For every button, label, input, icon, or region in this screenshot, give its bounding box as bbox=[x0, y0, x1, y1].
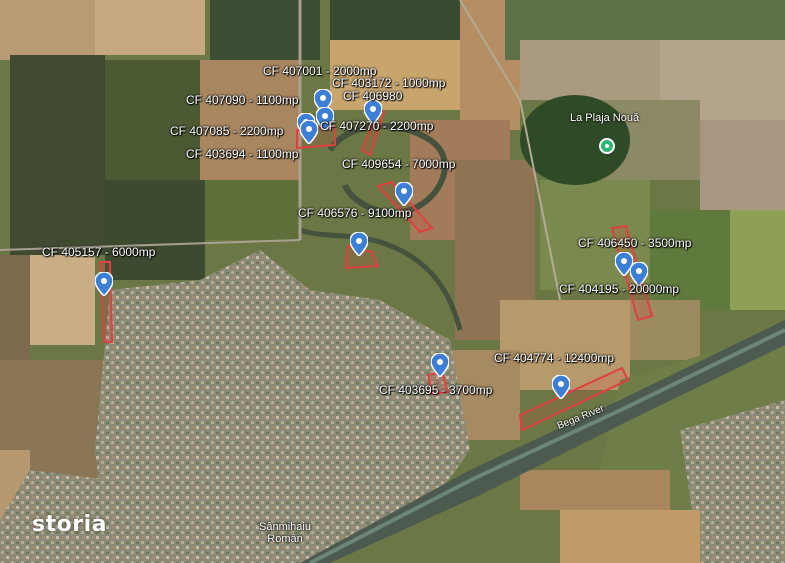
plot-label: CF 407085 - 2200mp bbox=[170, 124, 284, 138]
plot-label: CF 404774 - 12400mp bbox=[494, 351, 615, 365]
brand-logo: storia bbox=[32, 512, 107, 537]
town-label: Sânmihaiu Român bbox=[259, 521, 311, 545]
plot-label: CF 405157 - 6000mp bbox=[42, 245, 156, 259]
plot-label: CF 406576 - 9100mp bbox=[298, 206, 412, 220]
plot-label: CF 403695 - 3700mp bbox=[379, 383, 493, 397]
location-pin-icon[interactable] bbox=[552, 375, 570, 399]
plot-label: CF 403694 - 1100mp bbox=[186, 147, 299, 161]
plot-label: CF 404195 - 20000mp bbox=[559, 282, 680, 296]
plot-label: CF 407090 - 1100mp bbox=[186, 93, 299, 107]
park-pin-icon[interactable] bbox=[599, 138, 615, 154]
poi-label: La Plaja Nouă bbox=[570, 112, 640, 124]
location-pin-icon[interactable] bbox=[300, 120, 318, 144]
location-pin-icon[interactable] bbox=[95, 272, 113, 296]
satellite-map[interactable]: CF 407001 - 2000mp CF 403172 - 1000mp CF… bbox=[0, 0, 785, 563]
plot-label: CF 406980 bbox=[343, 89, 403, 103]
plot-label: CF 409654 - 7000mp bbox=[342, 157, 456, 171]
location-pin-icon[interactable] bbox=[395, 182, 413, 206]
location-pin-icon[interactable] bbox=[431, 353, 449, 377]
location-pin-icon[interactable] bbox=[350, 232, 368, 256]
plot-label: CF 406450 - 3500mp bbox=[578, 236, 692, 250]
plot-label: CF 407270 - 2200mp bbox=[320, 119, 434, 133]
plot-label: CF 403172 - 1000mp bbox=[332, 76, 446, 90]
